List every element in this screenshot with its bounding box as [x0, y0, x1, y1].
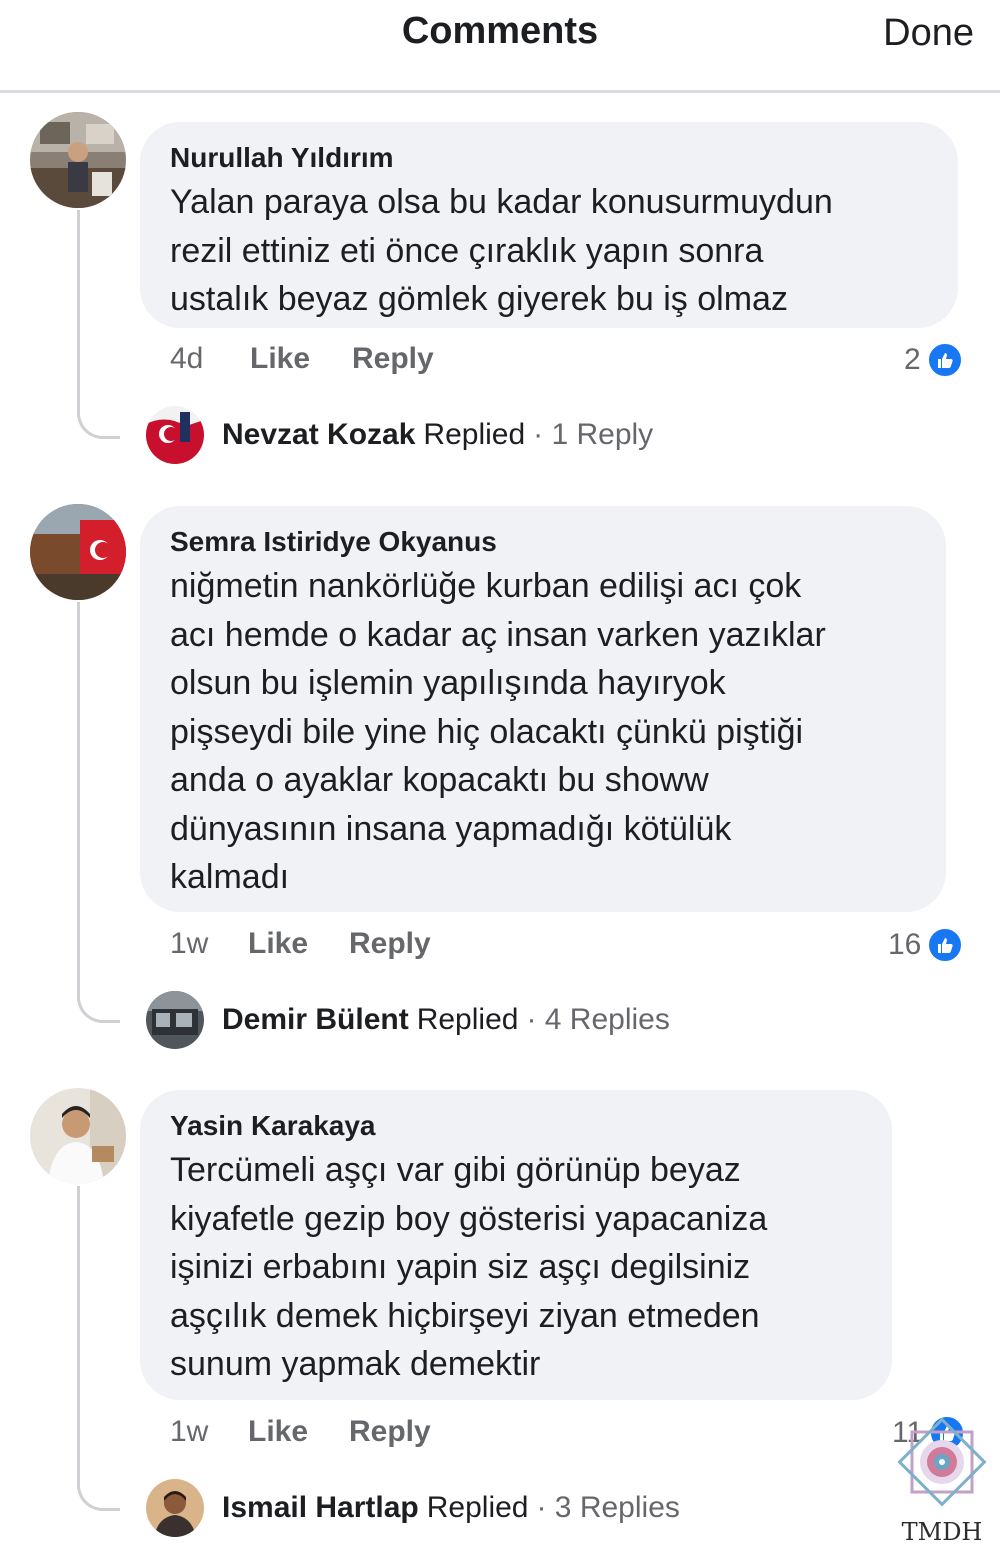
comment-actions: 1w Like Reply [170, 1415, 570, 1455]
comment-timestamp[interactable]: 1w [170, 1415, 208, 1449]
thread-line [77, 602, 120, 1023]
watermark-logo: TMDH [896, 1410, 988, 1550]
reaction-count: 2 [904, 343, 921, 376]
thread-line [77, 210, 120, 439]
avatar[interactable] [30, 504, 126, 600]
comment-actions: 1w Like Reply [170, 927, 570, 967]
watermark-text: TMDH [901, 1518, 983, 1546]
replies-preview[interactable]: Nevzat Kozak Replied · 1 Reply [222, 406, 653, 464]
replies-preview[interactable]: Demir Bülent Replied · 4 Replies [222, 991, 670, 1049]
comment-author[interactable]: Nurullah Yıldırım [170, 142, 930, 174]
avatar[interactable] [146, 406, 204, 464]
reaction-summary[interactable]: 2 [904, 340, 963, 380]
thread-line [77, 1186, 120, 1511]
comment-author[interactable]: Semra Istiridye Okyanus [170, 526, 918, 558]
reply-count: · 1 Reply [533, 418, 654, 451]
thumbs-up-icon [926, 342, 963, 378]
comment-actions: 4d Like Reply [170, 342, 570, 382]
comment-text: Yalan paraya olsa bu kadar konusurmuydun… [170, 183, 833, 318]
comment-bubble: Nurullah Yıldırım Yalan paraya olsa bu k… [140, 122, 958, 328]
reply-author: Ismail Hartlap [222, 1491, 419, 1524]
replies-preview[interactable]: Ismail Hartlap Replied · 3 Replies [222, 1479, 680, 1537]
avatar[interactable] [146, 991, 204, 1049]
reply-button[interactable]: Reply [349, 927, 431, 961]
comment-bubble: Semra Istiridye Okyanus niğmetin nankörl… [140, 506, 946, 912]
comment-text: Tercümeli aşçı var gibi görünüp beyaz ki… [170, 1151, 768, 1383]
comment-bubble: Yasin Karakaya Tercümeli aşçı var gibi g… [140, 1090, 892, 1400]
reply-author: Nevzat Kozak [222, 418, 416, 451]
reply-verb: Replied [416, 1003, 519, 1036]
avatar[interactable] [30, 112, 126, 208]
comment-timestamp[interactable]: 1w [170, 927, 208, 961]
like-button[interactable]: Like [250, 342, 310, 376]
avatar[interactable] [146, 1479, 204, 1537]
done-button[interactable]: Done [883, 12, 974, 55]
reply-verb: Replied [426, 1491, 529, 1524]
like-button[interactable]: Like [248, 927, 308, 961]
reply-count: · 4 Replies [526, 1003, 670, 1036]
reaction-summary[interactable]: 16 [888, 925, 964, 965]
reaction-count: 16 [888, 928, 922, 961]
comments-header: Comments Done [0, 0, 1000, 93]
comment-author[interactable]: Yasin Karakaya [170, 1110, 864, 1142]
thumbs-up-icon [927, 927, 964, 963]
reply-button[interactable]: Reply [349, 1415, 431, 1449]
like-button[interactable]: Like [248, 1415, 308, 1449]
reply-button[interactable]: Reply [352, 342, 434, 376]
reply-verb: Replied [423, 418, 526, 451]
reply-author: Demir Bülent [222, 1003, 409, 1036]
page-title: Comments [401, 10, 599, 52]
comment-timestamp[interactable]: 4d [170, 342, 203, 376]
avatar[interactable] [30, 1088, 126, 1184]
reply-count: · 3 Replies [536, 1491, 680, 1524]
comment-text: niğmetin nankörlüğe kurban edilişi acı ç… [170, 567, 826, 896]
